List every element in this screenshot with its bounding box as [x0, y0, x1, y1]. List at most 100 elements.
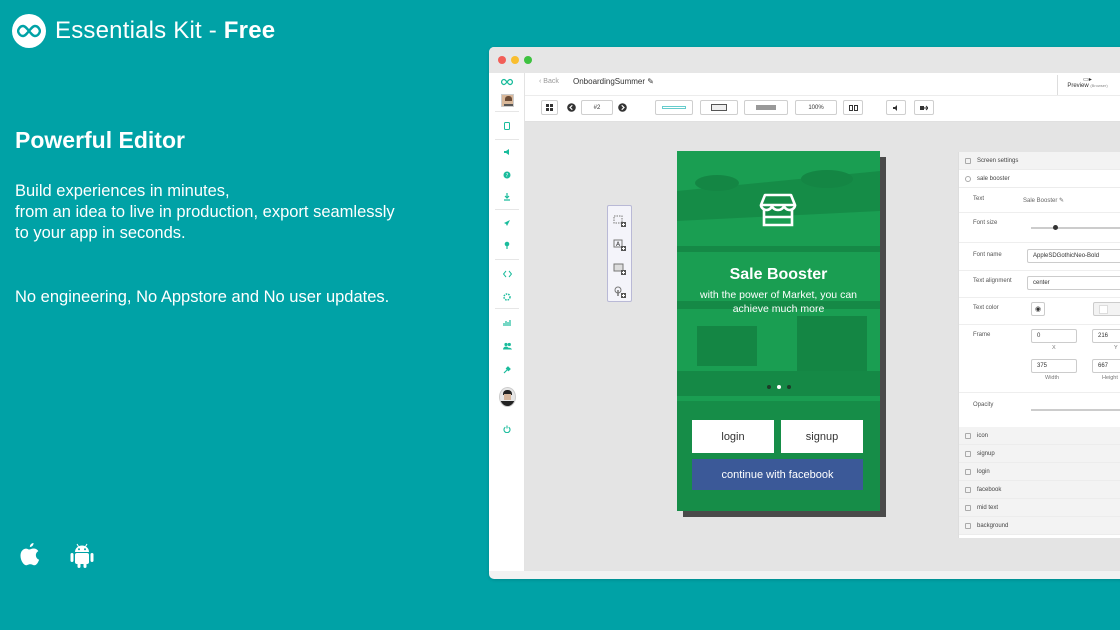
section-header[interactable]: sale booster [959, 170, 1120, 188]
sidebar-tools-icon[interactable] [489, 363, 525, 377]
grid-view-button[interactable] [541, 100, 558, 115]
layer-label: login [977, 468, 990, 475]
description-line-1: Build experiences in minutes, [15, 182, 230, 200]
font-name-label: Font name [973, 252, 1002, 258]
preview-label: Preview [1067, 83, 1089, 89]
page-dot [766, 385, 771, 389]
sidebar-help-icon[interactable]: ? [489, 168, 525, 182]
sidebar-launch-icon[interactable] [489, 216, 525, 230]
frame-x-field[interactable]: 0 [1031, 329, 1077, 343]
layer-label: background [977, 522, 1009, 529]
layer-icon [965, 433, 971, 439]
android-icon [70, 543, 94, 568]
export-button[interactable] [914, 100, 934, 115]
page-select[interactable]: #2 [581, 100, 613, 115]
editor-toolbar: #2 100% [525, 96, 1120, 122]
frame-width-field[interactable]: 375 [1031, 359, 1077, 373]
layer-label: mid text [977, 504, 999, 511]
fit-screen-button[interactable] [843, 100, 863, 115]
width-label: Width [1045, 375, 1060, 381]
description-line-2: from an idea to live in production, expo… [15, 203, 395, 221]
apple-icon [20, 543, 40, 566]
border-style-select[interactable] [700, 100, 738, 115]
sidebar-logo-icon[interactable] [489, 75, 525, 89]
frame-label: Frame [973, 332, 991, 338]
monitor-icon: ▭▸ [1083, 77, 1092, 83]
sidebar-location-icon[interactable] [489, 238, 525, 252]
sidebar-power-icon[interactable] [489, 422, 525, 436]
font-size-label: Font size [973, 220, 998, 226]
add-image-icon[interactable] [613, 214, 627, 227]
signup-button[interactable]: signup [781, 420, 863, 453]
layer-row[interactable]: signup [959, 445, 1120, 463]
sidebar-screens-icon[interactable] [489, 119, 525, 133]
layer-row[interactable]: mid text [959, 499, 1120, 517]
prev-screen-button[interactable] [565, 100, 577, 115]
color-swatch[interactable] [1093, 302, 1120, 316]
text-value-label: Sale Booster [1023, 198, 1058, 204]
infinity-logo-icon [12, 14, 46, 48]
add-text-icon[interactable]: A [613, 238, 627, 251]
element-tools: A [607, 205, 632, 302]
brand-name: Essentials Kit - [55, 17, 224, 44]
frame-height-field[interactable]: 667 [1092, 359, 1120, 373]
close-window-button[interactable] [498, 56, 506, 64]
layer-icon [965, 469, 971, 475]
layer-label: signup [977, 450, 995, 457]
back-button[interactable]: ‹ Back [539, 78, 559, 85]
phone-preview[interactable]: Sale Booster with the power of Market, y… [677, 151, 880, 511]
login-button[interactable]: login [692, 420, 774, 453]
color-visibility-toggle[interactable]: ◉ [1031, 302, 1045, 316]
maximize-window-button[interactable] [524, 56, 532, 64]
add-button-icon[interactable] [613, 262, 627, 275]
brand-title: Essentials Kit - Free [55, 17, 275, 45]
phone-subtitle[interactable]: with the power of Market, you can achiev… [685, 288, 872, 316]
headline: Powerful Editor [15, 127, 185, 153]
preview-sub: (Browser) [1090, 83, 1108, 88]
sidebar-settings-icon[interactable] [489, 290, 525, 304]
description-line-3: to your app in seconds. [15, 224, 186, 242]
facebook-button[interactable]: continue with facebook [692, 459, 863, 490]
opacity-label: Opacity [973, 402, 994, 408]
editor-sidebar: ? [489, 73, 525, 571]
opacity-slider[interactable] [1031, 409, 1120, 411]
layer-row[interactable]: login [959, 463, 1120, 481]
frame-y-field[interactable]: 216 [1092, 329, 1120, 343]
frame-x-label: X [1052, 345, 1056, 351]
next-screen-button[interactable] [616, 100, 628, 115]
layer-row[interactable]: facebook [959, 481, 1120, 499]
screen-name[interactable]: OnboardingSummer ✎ [573, 77, 654, 86]
pencil-icon: ✎ [647, 77, 654, 86]
sidebar-users-icon[interactable] [489, 339, 525, 353]
sidebar-analytics-icon[interactable] [489, 316, 525, 330]
font-size-slider[interactable] [1031, 227, 1120, 229]
sound-button[interactable] [886, 100, 906, 115]
brand-plan: Free [223, 17, 276, 44]
sidebar-download-icon[interactable] [489, 190, 525, 204]
alignment-select[interactable]: center [1027, 276, 1120, 290]
add-touch-icon[interactable] [613, 285, 627, 298]
screen-settings-row[interactable]: Screen settings [959, 152, 1120, 170]
line-style-select[interactable] [655, 100, 693, 115]
alignment-label: Text alignment [973, 278, 1012, 284]
layer-row[interactable]: icon [959, 427, 1120, 445]
sidebar-code-icon[interactable] [489, 267, 525, 281]
sidebar-campaigns-icon[interactable] [489, 145, 525, 159]
text-value[interactable]: Sale Booster ✎ [1023, 197, 1064, 204]
minimize-window-button[interactable] [511, 56, 519, 64]
preview-button[interactable]: ▭▸ Preview (Browser) [1057, 75, 1117, 95]
fill-color-select[interactable] [744, 100, 788, 115]
frame-width-value: 375 [1037, 363, 1048, 369]
page-indicator [677, 385, 880, 389]
zoom-select[interactable]: 100% [795, 100, 837, 115]
font-size-slider-knob[interactable] [1053, 225, 1058, 230]
text-color-label: Text color [973, 305, 999, 311]
layer-row[interactable]: background [959, 517, 1120, 535]
sidebar-user-avatar[interactable] [489, 386, 525, 408]
frame-height-value: 667 [1098, 363, 1109, 369]
storefront-icon [759, 193, 797, 227]
font-name-field[interactable]: AppleSDGothicNeo-Bold [1027, 249, 1120, 263]
phone-title[interactable]: Sale Booster [677, 266, 880, 284]
screen-name-label: OnboardingSummer [573, 77, 646, 86]
sidebar-avatar[interactable] [489, 93, 525, 107]
